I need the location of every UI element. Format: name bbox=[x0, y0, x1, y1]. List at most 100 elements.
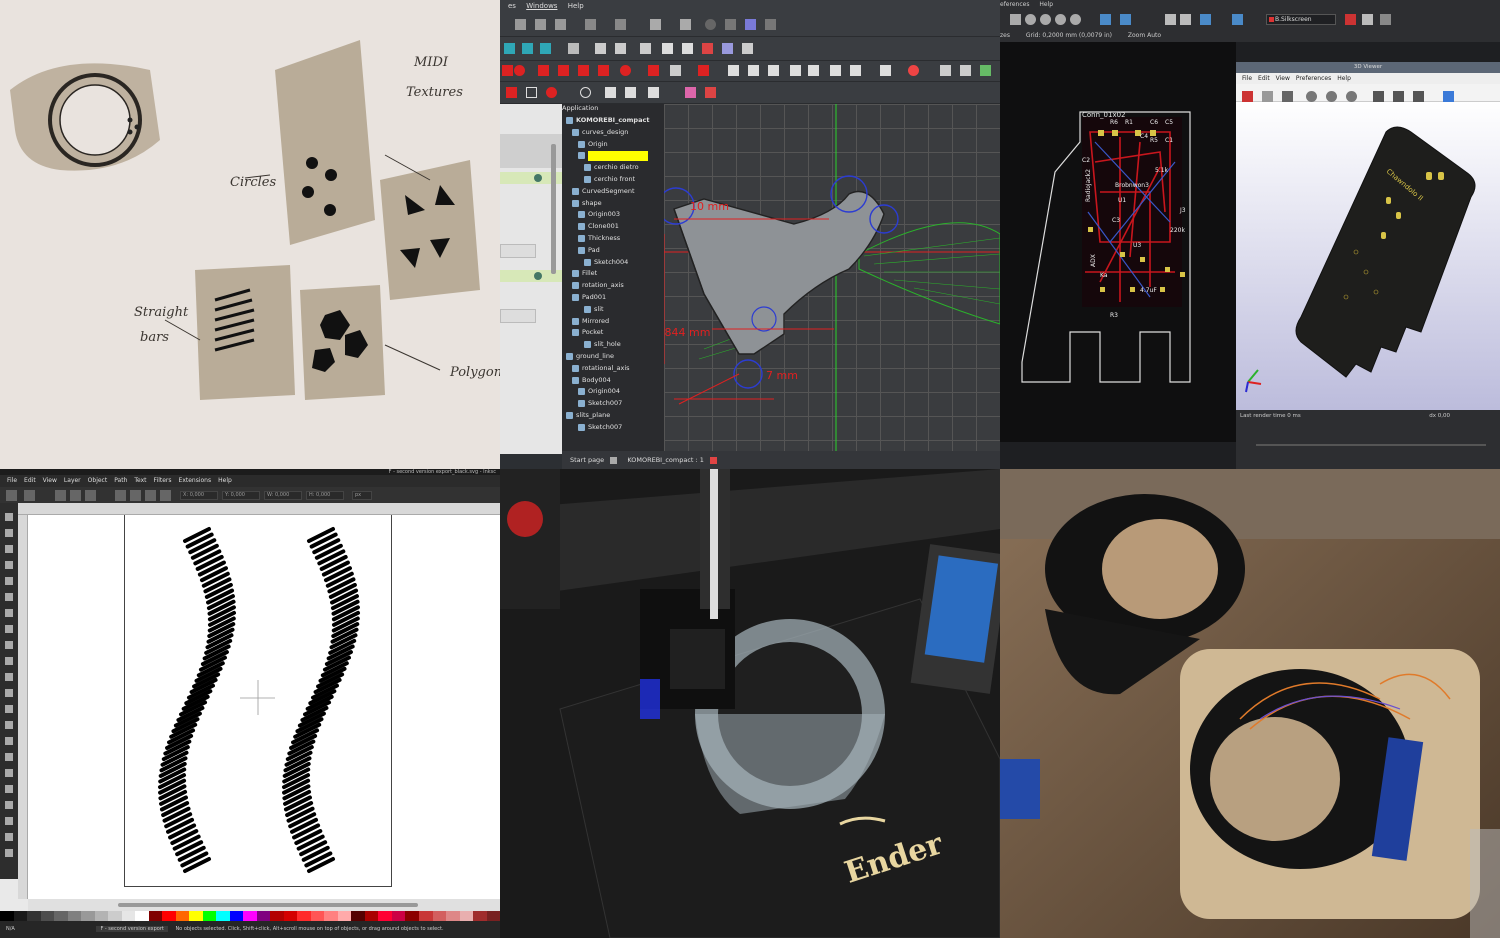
palette-swatch[interactable] bbox=[67, 911, 82, 921]
sketch-bspline-icon[interactable] bbox=[850, 65, 861, 76]
palette-swatch[interactable] bbox=[486, 911, 500, 921]
grid-select[interactable]: Grid: 0,2000 mm (0,0079 in) bbox=[1026, 32, 1112, 39]
import-icon[interactable] bbox=[682, 43, 693, 54]
toolbox-tool-icon[interactable] bbox=[5, 737, 13, 745]
close-icon[interactable] bbox=[610, 456, 618, 464]
palette-swatch[interactable] bbox=[473, 911, 487, 921]
ink-menu-item[interactable]: Edit bbox=[24, 477, 36, 484]
palette-swatch[interactable] bbox=[27, 911, 41, 921]
palette-swatch[interactable] bbox=[324, 911, 338, 921]
constraint-lock-icon[interactable] bbox=[538, 65, 549, 76]
sketch-rotate-icon[interactable] bbox=[940, 65, 951, 76]
sketch-split-icon[interactable] bbox=[648, 87, 659, 98]
dim-7mm[interactable]: 7 mm bbox=[766, 369, 798, 382]
toolbox-tool-icon[interactable] bbox=[5, 785, 13, 793]
toggle-constraint-icon[interactable] bbox=[670, 65, 681, 76]
sketch-mirror-icon[interactable] bbox=[748, 65, 759, 76]
menu-preferences[interactable]: eferences bbox=[1000, 1, 1029, 8]
toolbox-tool-icon[interactable] bbox=[5, 625, 13, 633]
toolbox-tool-icon[interactable] bbox=[5, 561, 13, 569]
execute-macro-icon[interactable] bbox=[765, 19, 776, 30]
render-icon[interactable] bbox=[1242, 91, 1253, 102]
zoom-in-icon[interactable] bbox=[1025, 14, 1036, 25]
palette-swatch[interactable] bbox=[229, 911, 244, 921]
body-icon[interactable] bbox=[742, 43, 753, 54]
viewer-menu-item[interactable]: View bbox=[1276, 75, 1290, 82]
ink-menu-item[interactable]: Help bbox=[218, 477, 232, 484]
palette-swatch[interactable] bbox=[108, 911, 122, 921]
pcb-canvas[interactable]: Conn_01x02 R6 R1 C6 C5 C4 C2 C3 R5 C1 J3 R3 U1 U3 Bro… bbox=[1000, 42, 1236, 442]
refresh-icon[interactable] bbox=[650, 19, 661, 30]
palette-swatch[interactable] bbox=[405, 911, 419, 921]
palette-swatch[interactable] bbox=[13, 911, 28, 921]
toolbox-tool-icon[interactable] bbox=[5, 513, 13, 521]
palette-swatch[interactable] bbox=[81, 911, 95, 921]
palette-swatch[interactable] bbox=[364, 911, 379, 921]
folder-icon[interactable] bbox=[615, 43, 626, 54]
palette-swatch[interactable] bbox=[202, 911, 217, 921]
scripting-icon[interactable] bbox=[1362, 14, 1373, 25]
dim-10mm[interactable]: 10 mm bbox=[690, 200, 729, 213]
palette-swatch[interactable] bbox=[270, 911, 284, 921]
sketch-polygon-icon[interactable] bbox=[546, 87, 557, 98]
toolbox-tool-icon[interactable] bbox=[5, 833, 13, 841]
palette-swatch[interactable] bbox=[391, 911, 406, 921]
viewer-menu-item[interactable]: Help bbox=[1337, 75, 1351, 82]
sketch-external-icon[interactable] bbox=[698, 65, 709, 76]
zoom-select[interactable]: Zoom Auto bbox=[1128, 32, 1161, 39]
sketch-scale-icon[interactable] bbox=[960, 65, 971, 76]
cut-icon[interactable] bbox=[515, 19, 526, 30]
palette-swatch[interactable] bbox=[418, 911, 433, 921]
plugin-icon[interactable] bbox=[1380, 14, 1391, 25]
menu-windows[interactable]: Windows bbox=[526, 2, 557, 10]
route-icon[interactable] bbox=[1100, 14, 1111, 25]
toolbox-tool-icon[interactable] bbox=[5, 801, 13, 809]
sketch-rectangle-icon[interactable] bbox=[526, 87, 537, 98]
ink-menu-item[interactable]: Object bbox=[88, 477, 108, 484]
view-iso-icon[interactable] bbox=[540, 43, 551, 54]
close-icon-active[interactable] bbox=[710, 456, 717, 464]
tree-item-edit-box[interactable] bbox=[588, 151, 648, 162]
sketch-ellipse-icon[interactable] bbox=[580, 87, 591, 98]
zoom-out-icon[interactable] bbox=[1326, 91, 1338, 102]
palette-swatch[interactable] bbox=[40, 911, 55, 921]
constraint-angle-icon[interactable] bbox=[648, 65, 659, 76]
palette-swatch[interactable] bbox=[54, 911, 68, 921]
sketch-clone-icon[interactable] bbox=[790, 65, 801, 76]
select-all-icon[interactable] bbox=[6, 490, 17, 501]
sketch-move-icon[interactable] bbox=[830, 65, 841, 76]
rotate-z-icon[interactable] bbox=[1412, 91, 1424, 102]
ink-menu-item[interactable]: Text bbox=[134, 477, 146, 484]
palette-swatch[interactable] bbox=[283, 911, 298, 921]
viewer-menu-item[interactable]: Edit bbox=[1258, 75, 1270, 82]
rotate-x-icon[interactable] bbox=[1372, 91, 1384, 102]
palette-swatch[interactable] bbox=[351, 911, 365, 921]
toolbox-tool-icon[interactable] bbox=[5, 817, 13, 825]
palette-swatch[interactable] bbox=[459, 911, 474, 921]
undo-icon[interactable] bbox=[585, 19, 596, 30]
constraint-radius-icon[interactable] bbox=[620, 65, 631, 76]
report-icon[interactable] bbox=[702, 43, 713, 54]
select-all-layers-icon[interactable] bbox=[24, 490, 35, 501]
lock-icon[interactable] bbox=[1165, 14, 1176, 25]
rotate-ccw-icon[interactable] bbox=[55, 490, 66, 501]
horizontal-scrollbar[interactable] bbox=[118, 903, 418, 907]
horizontal-scrollbar[interactable] bbox=[1256, 444, 1486, 446]
ink-menu-item[interactable]: Path bbox=[114, 477, 127, 484]
toolbox-tool-icon[interactable] bbox=[5, 689, 13, 697]
whats-this-icon[interactable] bbox=[680, 19, 691, 30]
raise-icon[interactable] bbox=[115, 490, 126, 501]
viewer-menu-item[interactable]: File bbox=[1242, 75, 1252, 82]
layer-dropdown[interactable]: F - second version export bbox=[96, 926, 168, 932]
x-field[interactable]: X: 0,000 bbox=[180, 491, 218, 500]
menu-help[interactable]: Help bbox=[1039, 1, 1053, 8]
zoom-area-icon[interactable] bbox=[1070, 14, 1081, 25]
toolbox-tool-icon[interactable] bbox=[5, 593, 13, 601]
sketch-line-icon[interactable] bbox=[502, 65, 513, 76]
palette-swatch[interactable] bbox=[243, 911, 257, 921]
lower-bottom-icon[interactable] bbox=[160, 490, 171, 501]
combo-field-2[interactable] bbox=[500, 309, 536, 323]
ink-menu-item[interactable]: View bbox=[43, 477, 57, 484]
toolbox-tool-icon[interactable] bbox=[5, 721, 13, 729]
palette-swatch[interactable] bbox=[378, 911, 392, 921]
